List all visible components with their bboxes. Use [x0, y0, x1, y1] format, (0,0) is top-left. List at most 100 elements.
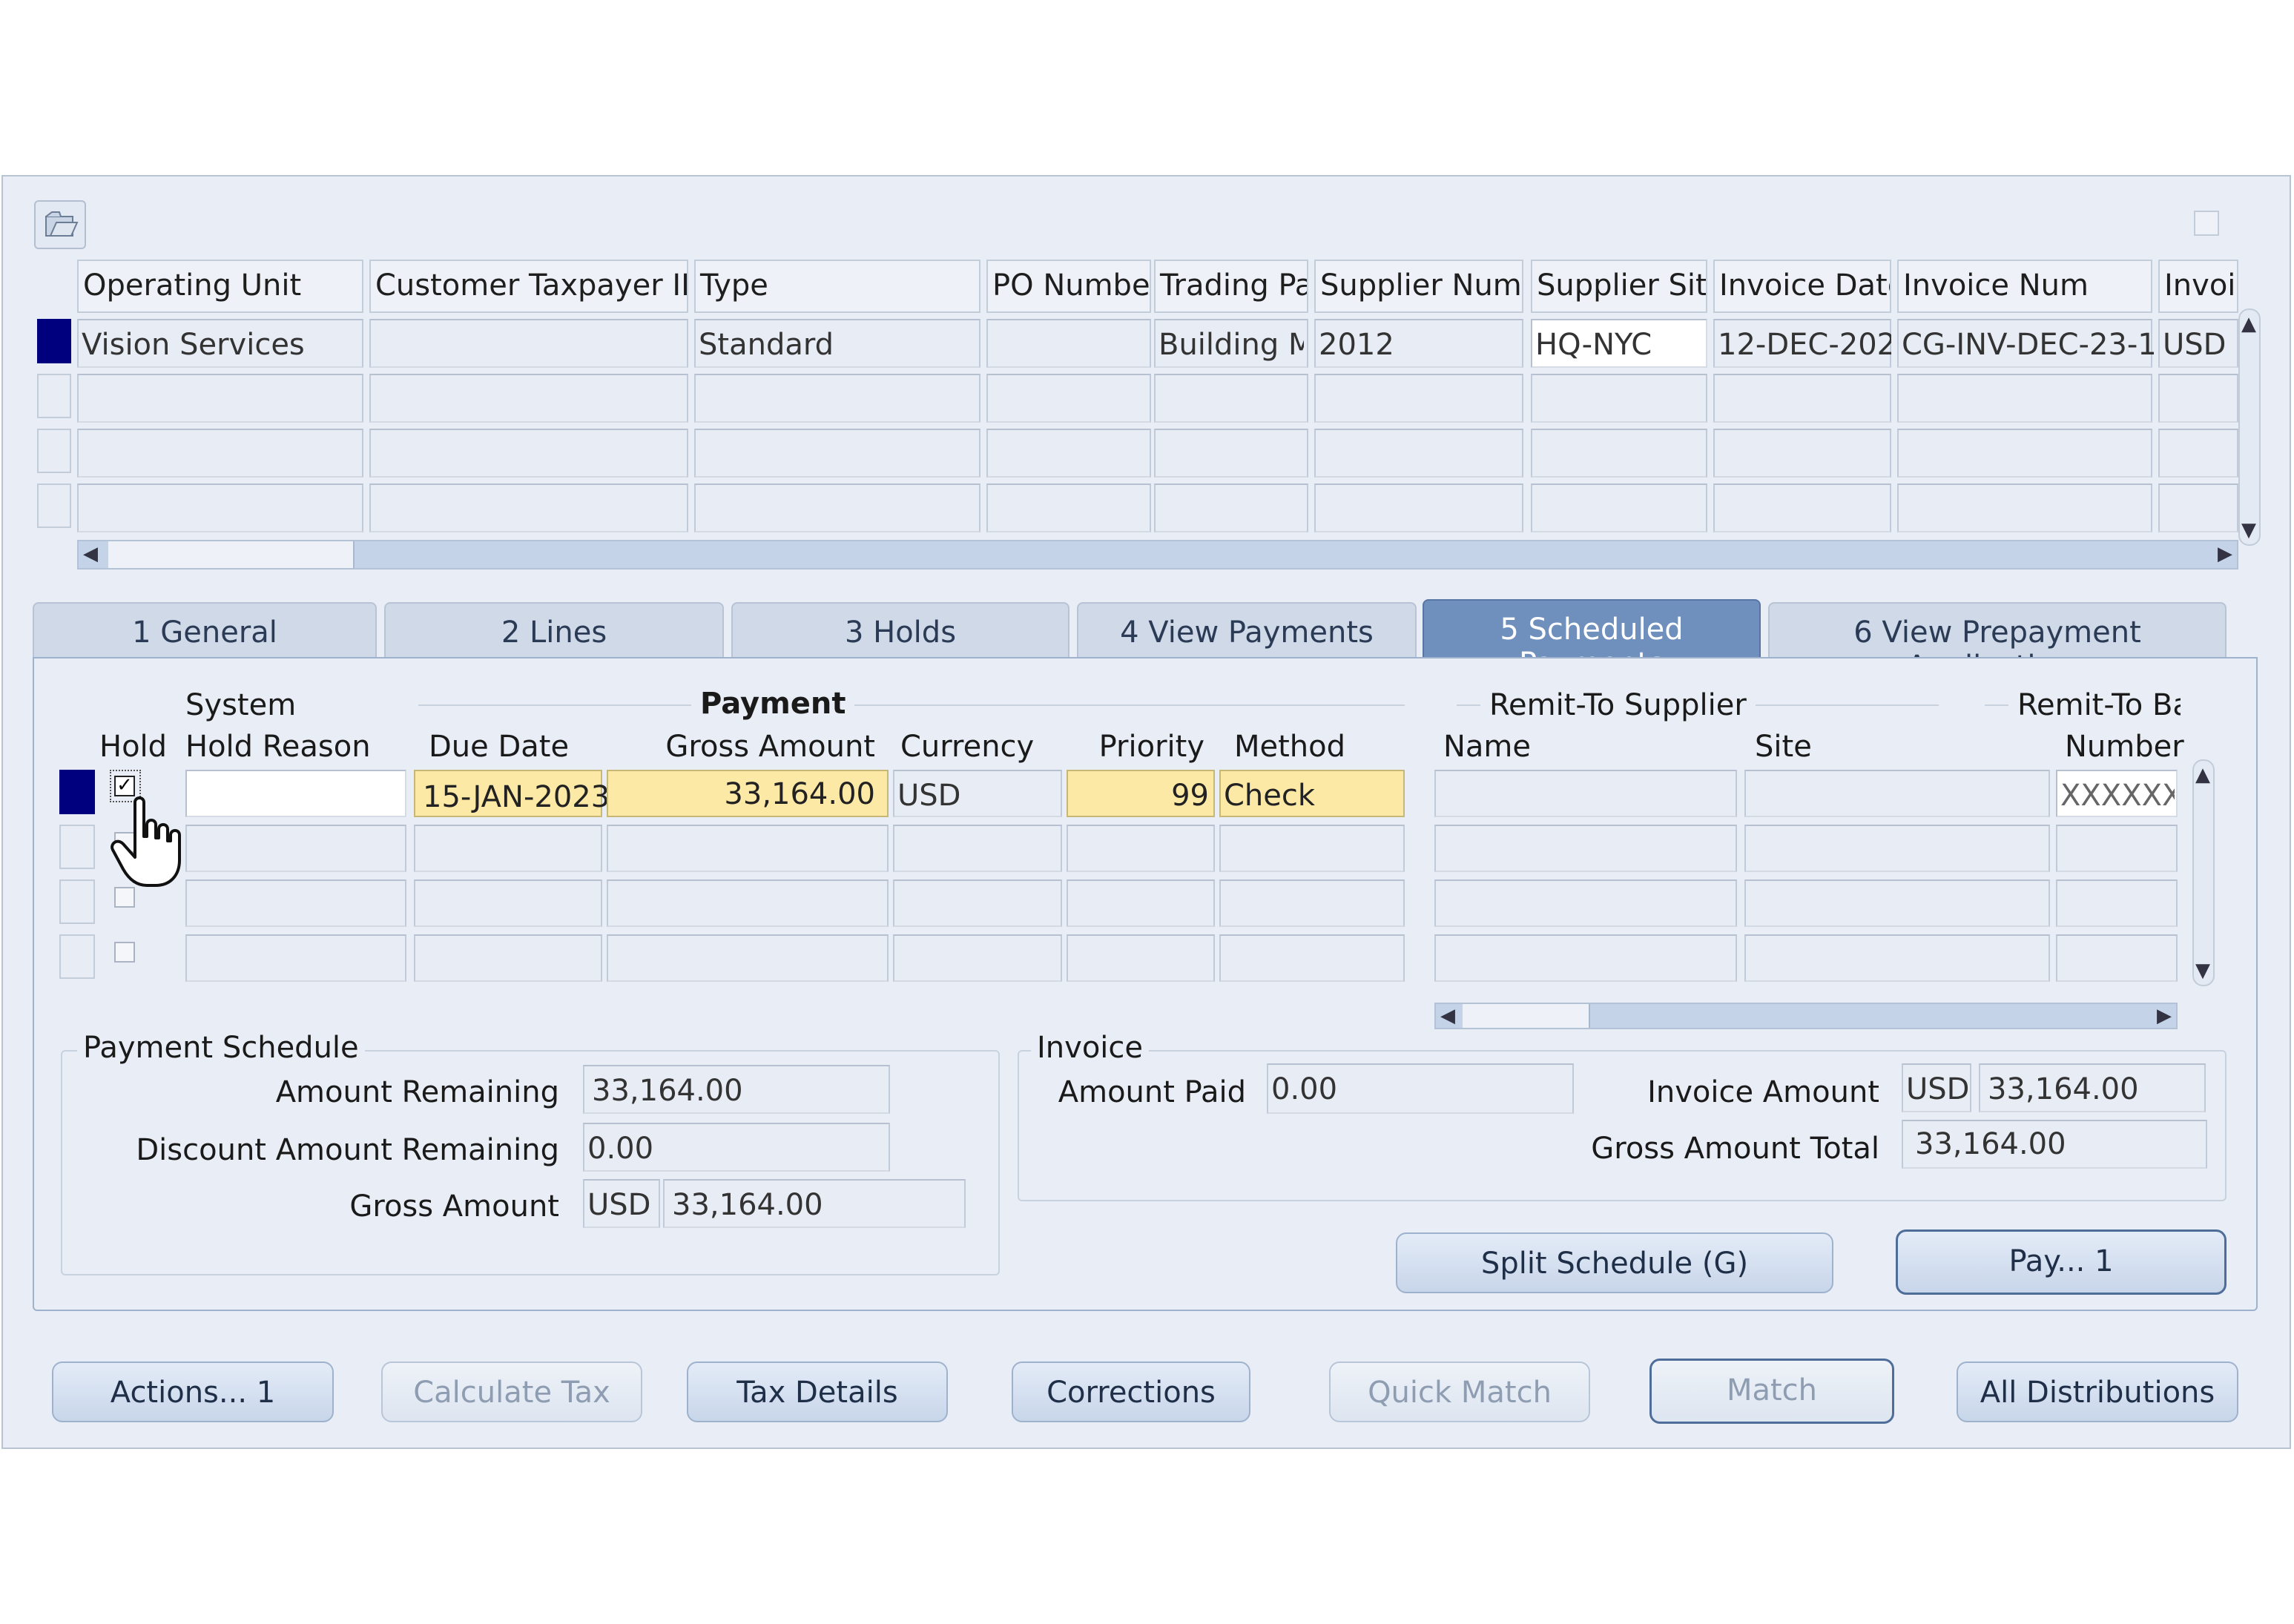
due-date-field[interactable]: 15-JAN-2023	[414, 770, 610, 817]
invoice-num-field[interactable]: CG-INV-DEC-23-1	[1897, 319, 2157, 368]
empty-cell[interactable]	[2158, 429, 2238, 478]
row-indicator[interactable]	[37, 374, 71, 418]
quick-match-button[interactable]: Quick Match	[1329, 1361, 1590, 1422]
scroll-thumb[interactable]	[108, 541, 355, 568]
trading-partner-field[interactable]: Building M:	[1154, 319, 1308, 368]
empty-cell[interactable]	[893, 825, 1062, 872]
empty-cell[interactable]	[607, 934, 889, 982]
schedule-row-indicator[interactable]	[59, 934, 95, 979]
empty-cell[interactable]	[414, 825, 602, 872]
priority-field[interactable]: 99	[1067, 770, 1215, 817]
po-number-field[interactable]	[986, 319, 1151, 368]
hold-checkbox-icon[interactable]	[114, 942, 135, 963]
method-field[interactable]: Check	[1219, 770, 1405, 817]
gross-amount-total-field[interactable]: 33,164.00	[1902, 1120, 2207, 1169]
scroll-right-icon[interactable]: ▶	[2218, 544, 2232, 564]
empty-cell[interactable]	[1067, 934, 1215, 982]
remit-bank-number-field[interactable]: XXXXXXX	[2056, 770, 2178, 817]
empty-cell[interactable]	[1314, 374, 1523, 423]
actions-button[interactable]: Actions... 1	[52, 1361, 334, 1422]
row-indicator[interactable]	[37, 483, 71, 528]
supplier-site-field[interactable]: HQ-NYC	[1531, 319, 1707, 368]
empty-cell[interactable]	[1531, 374, 1707, 423]
empty-cell[interactable]	[1434, 825, 1737, 872]
tab-lines[interactable]: 2 Lines	[384, 602, 724, 657]
empty-cell[interactable]	[2056, 825, 2178, 872]
empty-cell[interactable]	[369, 374, 688, 423]
invoice-date-field[interactable]: 12-DEC-2022	[1713, 319, 1891, 368]
empty-cell[interactable]	[694, 374, 980, 423]
tab-view-payments[interactable]: 4 View Payments	[1077, 602, 1417, 657]
empty-cell[interactable]	[2056, 879, 2178, 927]
gross-amount-field[interactable]: 33,164.00	[663, 1179, 966, 1228]
empty-cell[interactable]	[1897, 374, 2152, 423]
empty-cell[interactable]	[369, 483, 688, 532]
empty-cell[interactable]	[893, 934, 1062, 982]
empty-cell[interactable]	[185, 825, 406, 872]
header-vertical-scrollbar[interactable]: ▲ ▼	[2238, 308, 2261, 546]
amount-paid-field[interactable]: 0.00	[1267, 1063, 1574, 1114]
currency-field[interactable]: USD	[893, 770, 1062, 817]
tab-holds[interactable]: 3 Holds	[731, 602, 1069, 657]
empty-cell[interactable]	[185, 879, 406, 927]
empty-cell[interactable]	[986, 483, 1151, 532]
scroll-down-icon[interactable]: ▼	[2195, 961, 2210, 980]
empty-cell[interactable]	[1897, 483, 2152, 532]
empty-cell[interactable]	[77, 429, 363, 478]
empty-cell[interactable]	[694, 429, 980, 478]
window-restore-checkbox[interactable]	[2194, 211, 2219, 236]
empty-cell[interactable]	[1531, 429, 1707, 478]
scroll-up-icon[interactable]: ▲	[2195, 765, 2210, 785]
empty-cell[interactable]	[77, 483, 363, 532]
empty-cell[interactable]	[414, 879, 602, 927]
empty-cell[interactable]	[893, 879, 1062, 927]
empty-cell[interactable]	[1067, 825, 1215, 872]
empty-cell[interactable]	[1744, 879, 2050, 927]
supplier-num-field[interactable]: 2012	[1314, 319, 1523, 368]
schedule-row-indicator-selected[interactable]	[59, 770, 95, 814]
gross-amount-field[interactable]: 33,164.00	[607, 770, 889, 817]
empty-cell[interactable]	[1154, 483, 1308, 532]
discount-remaining-field[interactable]: 0.00	[583, 1123, 890, 1172]
invoice-currency-field[interactable]: USD	[1902, 1063, 1971, 1112]
empty-cell[interactable]	[1744, 934, 2050, 982]
empty-cell[interactable]	[986, 429, 1151, 478]
empty-cell[interactable]	[185, 934, 406, 982]
empty-cell[interactable]	[1713, 374, 1891, 423]
empty-cell[interactable]	[1154, 374, 1308, 423]
amount-remaining-field[interactable]: 33,164.00	[583, 1065, 890, 1114]
scroll-left-icon[interactable]: ◀	[1440, 1006, 1455, 1026]
empty-cell[interactable]	[1434, 934, 1737, 982]
invoice-amount-field[interactable]: 33,164.00	[1979, 1063, 2206, 1112]
empty-cell[interactable]	[414, 934, 602, 982]
calculate-tax-button[interactable]: Calculate Tax	[381, 1361, 642, 1422]
split-schedule-button[interactable]: Split Schedule (G)	[1396, 1232, 1833, 1293]
tab-view-prepayment-applications[interactable]: 6 View Prepayment Applications	[1768, 602, 2227, 684]
invoice-currency-field[interactable]: USD	[2158, 319, 2238, 368]
remit-horizontal-scrollbar[interactable]: ◀ ▶	[1434, 1003, 2178, 1029]
empty-cell[interactable]	[1219, 879, 1405, 927]
scroll-right-icon[interactable]: ▶	[2157, 1006, 2172, 1026]
tab-scheduled-payments[interactable]: 5 Scheduled Payments	[1423, 599, 1761, 681]
gross-currency-field[interactable]: USD	[583, 1179, 660, 1228]
empty-cell[interactable]	[1219, 934, 1405, 982]
customer-taxpayer-id-field[interactable]	[369, 319, 688, 368]
empty-cell[interactable]	[1713, 483, 1891, 532]
scroll-up-icon[interactable]: ▲	[2241, 314, 2256, 334]
empty-cell[interactable]	[1154, 429, 1308, 478]
all-distributions-button[interactable]: All Distributions	[1957, 1361, 2238, 1422]
empty-cell[interactable]	[1897, 429, 2152, 478]
schedule-row-indicator[interactable]	[59, 825, 95, 869]
empty-cell[interactable]	[1531, 483, 1707, 532]
empty-cell[interactable]	[694, 483, 980, 532]
scroll-left-icon[interactable]: ◀	[83, 544, 98, 564]
scroll-thumb[interactable]	[1463, 1004, 1590, 1028]
header-horizontal-scrollbar[interactable]: ◀ ▶	[77, 540, 2238, 570]
empty-cell[interactable]	[369, 429, 688, 478]
tab-general[interactable]: 1 General	[33, 602, 377, 657]
row-indicator-selected[interactable]	[37, 319, 71, 363]
operating-unit-field[interactable]: Vision Services	[77, 319, 363, 368]
folder-icon[interactable]	[34, 200, 86, 249]
remit-site-field[interactable]	[1744, 770, 2050, 817]
empty-cell[interactable]	[1434, 879, 1737, 927]
